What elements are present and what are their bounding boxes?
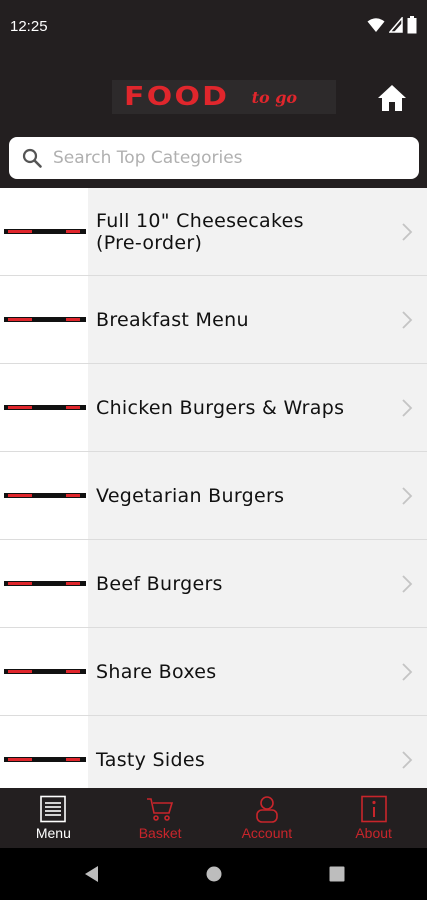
category-label: Tasty Sides: [96, 748, 206, 771]
category-label: Full 10" Cheesecakes (Pre-order): [96, 209, 304, 254]
category-item-chicken-burgers[interactable]: Chicken Burgers & Wraps: [0, 364, 427, 452]
category-label: Chicken Burgers & Wraps: [96, 396, 345, 419]
tab-basket[interactable]: Basket: [107, 788, 214, 848]
category-thumbnail: [0, 188, 88, 275]
category-thumbnail: [0, 364, 88, 451]
chevron-right-icon: [402, 751, 413, 769]
tab-menu-label: Menu: [35, 825, 71, 841]
category-item-cheesecakes[interactable]: Full 10" Cheesecakes (Pre-order): [0, 188, 427, 276]
search-icon: [22, 148, 42, 168]
info-icon: [360, 795, 387, 823]
status-time: 12:25: [10, 18, 48, 35]
category-item-breakfast-menu[interactable]: Breakfast Menu: [0, 276, 427, 364]
status-icons: [367, 16, 417, 34]
category-item-tasty-sides[interactable]: Tasty Sides: [0, 716, 427, 788]
category-thumbnail: [0, 276, 88, 363]
category-label: Breakfast Menu: [96, 308, 249, 331]
menu-icon: [40, 795, 67, 823]
category-label: Vegetarian Burgers: [96, 484, 285, 507]
food-to-go-logo: FOOD to go: [112, 80, 336, 114]
category-item-share-boxes[interactable]: Share Boxes: [0, 628, 427, 716]
chevron-right-icon: [402, 575, 413, 593]
home-circle-icon[interactable]: [205, 864, 223, 884]
category-thumbnail: [0, 628, 88, 715]
logo-food-text: FOOD: [124, 82, 230, 112]
category-thumbnail: [0, 452, 88, 539]
tab-about-label: About: [355, 825, 392, 841]
status-bar: 12:25: [0, 0, 427, 56]
app-header: FOOD to go: [0, 56, 427, 136]
category-list: Full 10" Cheesecakes (Pre-order) Breakfa…: [0, 188, 427, 788]
wifi-icon: [367, 18, 385, 32]
tab-basket-label: Basket: [138, 825, 182, 841]
chevron-right-icon: [402, 311, 413, 329]
category-thumbnail: [0, 540, 88, 627]
tab-about[interactable]: About: [320, 788, 427, 848]
system-nav-bar: [0, 848, 427, 900]
chevron-right-icon: [402, 663, 413, 681]
tab-account[interactable]: Account: [214, 788, 321, 848]
account-icon: [256, 796, 278, 823]
search-input[interactable]: [53, 148, 393, 168]
bottom-nav: Menu Basket Account About: [0, 788, 427, 848]
category-thumbnail: [0, 716, 88, 788]
home-icon: [378, 85, 406, 111]
tab-menu[interactable]: Menu: [0, 788, 107, 848]
search-bar[interactable]: [9, 137, 419, 179]
chevron-right-icon: [402, 487, 413, 505]
tab-account-label: Account: [241, 825, 293, 841]
battery-icon: [407, 16, 417, 34]
category-label: Beef Burgers: [96, 572, 223, 595]
category-item-vegetarian-burgers[interactable]: Vegetarian Burgers: [0, 452, 427, 540]
chevron-right-icon: [402, 399, 413, 417]
back-triangle-icon[interactable]: [82, 864, 100, 884]
logo-to-go-text: to go: [251, 87, 298, 107]
chevron-right-icon: [402, 223, 413, 241]
home-button[interactable]: [376, 82, 408, 114]
basket-icon: [147, 798, 174, 821]
category-label: Share Boxes: [96, 660, 217, 683]
category-item-beef-burgers[interactable]: Beef Burgers: [0, 540, 427, 628]
recents-square-icon[interactable]: [328, 864, 346, 884]
cellular-signal-icon: [389, 17, 403, 33]
